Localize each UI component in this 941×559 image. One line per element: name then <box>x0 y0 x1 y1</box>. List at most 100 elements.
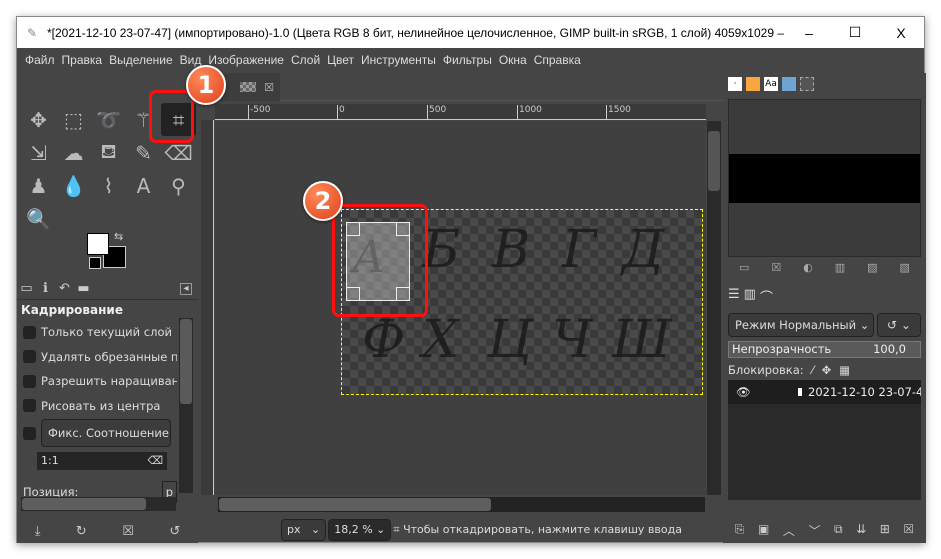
lock-pixels-icon[interactable]: ⁄ <box>812 363 814 377</box>
checkbox[interactable] <box>23 325 36 339</box>
lower-layer-icon[interactable]: ﹀ <box>808 522 820 539</box>
restore-options-icon[interactable]: ↻ <box>76 524 87 539</box>
invert-icon[interactable]: ◐ <box>803 261 813 274</box>
warp-tool-icon[interactable]: ☁ <box>56 136 91 169</box>
navigation-preview[interactable] <box>728 99 921 257</box>
option-fixed[interactable]: Фикс. Соотношение с <box>17 418 177 448</box>
options-buttons: ⤓ ↻ ☒ ↺ <box>17 524 198 539</box>
options-scrollbar[interactable] <box>179 318 193 493</box>
default-colors-icon[interactable] <box>89 257 101 269</box>
tool-options-tab-icon[interactable]: ▭ <box>17 281 36 296</box>
checkbox[interactable] <box>23 426 36 440</box>
undo-history-tab-icon[interactable]: ↶ <box>55 281 74 296</box>
select-none-icon[interactable]: ☒ <box>771 261 781 274</box>
blur-tool-icon[interactable]: 💧 <box>56 169 91 202</box>
checkbox[interactable] <box>23 374 36 388</box>
zoom-tool-icon[interactable]: 🔍 <box>21 202 56 235</box>
vertical-scrollbar[interactable] <box>707 121 721 495</box>
menu-color[interactable]: Цвет <box>327 53 354 67</box>
zoom-dropdown[interactable]: 18,2 % ⌄ <box>328 518 392 541</box>
stroke-icon[interactable]: ▨ <box>867 261 877 274</box>
option-delete-cropped[interactable]: Удалять обрезанные пи <box>17 345 177 370</box>
checkbox[interactable] <box>23 399 36 413</box>
device-status-tab-icon[interactable]: ℹ <box>36 281 55 296</box>
bucket-fill-tool-icon[interactable]: ⛾ <box>91 136 126 169</box>
merge-layer-icon[interactable]: ⇊ <box>856 522 866 539</box>
move-tool-icon[interactable]: ✥ <box>21 103 56 136</box>
new-layer-icon[interactable]: ⎘ <box>735 522 745 539</box>
image-tab[interactable]: ☒ <box>218 73 280 101</box>
horizontal-scrollbar[interactable] <box>218 497 705 512</box>
minimize-button[interactable]: – <box>786 25 832 41</box>
menu-help[interactable]: Справка <box>534 53 581 67</box>
foreground-color[interactable] <box>87 233 109 255</box>
menu-windows[interactable]: Окна <box>499 53 527 67</box>
paths-tool-icon[interactable]: ⌇ <box>91 169 126 202</box>
images-tab-icon[interactable] <box>782 77 796 91</box>
annotation-badge: 2 <box>303 181 343 221</box>
save-options-icon[interactable]: ⤓ <box>35 524 41 539</box>
option-label: Разрешить наращивани <box>41 374 177 389</box>
menu-filters[interactable]: Фильтры <box>443 53 492 67</box>
maximize-button[interactable]: ☐ <box>832 24 878 41</box>
menu-edit[interactable]: Правка <box>62 53 103 67</box>
scale-tool-icon[interactable]: ⇲ <box>21 136 56 169</box>
raise-layer-icon[interactable]: ︿ <box>783 522 795 539</box>
paint-icon[interactable]: ▧ <box>900 261 910 274</box>
menu-view[interactable]: Вид <box>180 53 202 67</box>
text-tool-icon[interactable]: A <box>126 169 161 202</box>
select-all-icon[interactable]: ▭ <box>739 261 749 274</box>
brushes-tab-icon[interactable]: · <box>728 77 742 91</box>
duplicate-layer-icon[interactable]: ⧉ <box>834 522 843 539</box>
lock-label: Блокировка: <box>728 363 804 377</box>
images-tab-icon[interactable]: ▬ <box>74 281 93 296</box>
close-tab-icon[interactable]: ☒ <box>264 81 274 94</box>
menu-tools[interactable]: Инструменты <box>361 53 436 67</box>
panel-menu-icon[interactable]: ◂ <box>180 282 192 295</box>
option-current-layer[interactable]: Только текущий слой <box>17 320 177 345</box>
close-button[interactable]: X <box>878 25 924 41</box>
fixed-dropdown[interactable]: Фикс. Соотношение с <box>41 419 171 447</box>
reset-options-icon[interactable]: ↺ <box>169 524 180 539</box>
options-hscrollbar[interactable] <box>21 497 176 511</box>
channels-tab-icon[interactable]: ▥ <box>744 287 756 307</box>
gradients-tab-icon[interactable] <box>746 77 760 91</box>
fill-icon[interactable]: ▥ <box>835 261 845 274</box>
lock-alpha-icon[interactable]: ▦ <box>839 363 850 377</box>
delete-options-icon[interactable]: ☒ <box>122 524 134 539</box>
options-title: Кадрирование <box>21 303 123 317</box>
paths-tab-icon[interactable]: ⌒ <box>760 287 773 307</box>
rect-select-tool-icon[interactable]: ⬚ <box>56 103 91 136</box>
navigation-tab-icon[interactable] <box>800 77 814 91</box>
layers-tabs: ☰ ▥ ⌒ <box>728 287 921 307</box>
fonts-tab-icon[interactable]: Aa <box>764 77 778 91</box>
image-view[interactable]: А Б В Г Д Ф Х Ц Ч Ш <box>215 121 706 495</box>
menu-select[interactable]: Выделение <box>109 53 173 67</box>
delete-layer-icon[interactable]: ☒ <box>903 522 914 539</box>
new-group-icon[interactable]: ▣ <box>758 522 769 539</box>
clone-tool-icon[interactable]: ♟ <box>21 169 56 202</box>
eye-icon[interactable]: 👁 <box>736 385 751 399</box>
composite-dropdown[interactable]: ↺ ⌄ <box>877 313 921 337</box>
lasso-tool-icon[interactable]: ➰ <box>91 103 126 136</box>
unit-dropdown[interactable]: px ⌄ <box>281 518 327 541</box>
letter: Д <box>622 220 665 280</box>
menu-file[interactable]: Файл <box>25 53 55 67</box>
layer-row[interactable]: 👁 2021-12-10 23-07-47 <box>728 380 921 404</box>
color-picker-tool-icon[interactable]: ⚲ <box>161 169 196 202</box>
ratio-input[interactable]: 1:1 ⌫ <box>37 452 167 470</box>
option-label: Только текущий слой <box>41 325 172 340</box>
option-expand-center[interactable]: Рисовать из центра <box>17 394 177 419</box>
mode-dropdown[interactable]: Режим Нормальный ⌄ <box>728 313 874 337</box>
clear-icon[interactable]: ⌫ <box>147 454 163 468</box>
menu-layer[interactable]: Слой <box>291 53 320 67</box>
menu-image[interactable]: Изображение <box>208 53 284 67</box>
opacity-slider[interactable]: Непрозрачность 100,0 <box>728 341 921 358</box>
lock-position-icon[interactable]: ✥ <box>822 363 832 377</box>
layers-tab-icon[interactable]: ☰ <box>728 287 740 307</box>
option-allow-growing[interactable]: Разрешить наращивани <box>17 369 177 394</box>
swap-colors-icon[interactable]: ⇆ <box>114 230 123 243</box>
highlight-crop-tool <box>149 90 194 143</box>
checkbox[interactable] <box>23 350 36 364</box>
mask-icon[interactable]: ⊞ <box>880 522 890 539</box>
